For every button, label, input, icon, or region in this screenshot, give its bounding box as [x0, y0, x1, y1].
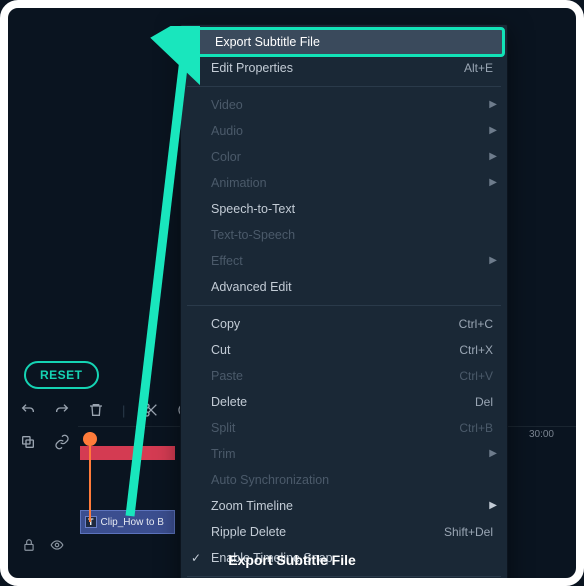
timeline-toolbar-2	[20, 434, 70, 453]
menu-effect: Effect▶	[181, 248, 507, 274]
playhead[interactable]	[80, 426, 110, 526]
chevron-right-icon: ▶	[489, 445, 497, 463]
reset-button[interactable]: RESET	[24, 361, 99, 389]
scissors-icon[interactable]	[143, 402, 159, 418]
menu-delete[interactable]: DeleteDel	[181, 389, 507, 415]
caption-label: Export Subtitle File	[8, 552, 576, 568]
menu-auto-sync: Auto Synchronization	[181, 467, 507, 493]
trash-icon[interactable]	[88, 402, 104, 418]
menu-video: Video▶	[181, 92, 507, 118]
menu-copy[interactable]: CopyCtrl+C	[181, 311, 507, 337]
menu-speech-to-text[interactable]: Speech-to-Text	[181, 196, 507, 222]
chevron-right-icon: ▶	[489, 96, 497, 114]
undo-icon[interactable]	[20, 402, 36, 418]
chevron-right-icon: ▶	[489, 174, 497, 192]
menu-color: Color▶	[181, 144, 507, 170]
clip-label: Clip_How to B	[101, 517, 164, 528]
menu-advanced-edit[interactable]: Advanced Edit	[181, 274, 507, 300]
menu-edit-properties[interactable]: Edit Properties Alt+E	[181, 55, 507, 81]
link-icon[interactable]	[54, 434, 70, 453]
menu-ripple-delete[interactable]: Ripple DeleteShift+Del	[181, 519, 507, 545]
redo-icon[interactable]	[54, 402, 70, 418]
menu-split: SplitCtrl+B	[181, 415, 507, 441]
menu-audio: Audio▶	[181, 118, 507, 144]
chevron-right-icon: ▶	[489, 122, 497, 140]
context-menu: Export Subtitle File Edit Properties Alt…	[180, 24, 508, 586]
chevron-right-icon: ▶	[489, 497, 497, 515]
chevron-right-icon: ▶	[489, 252, 497, 270]
menu-select-same-color[interactable]: Select all clips with the same color mar…	[181, 582, 507, 586]
menu-cut[interactable]: CutCtrl+X	[181, 337, 507, 363]
menu-zoom-timeline[interactable]: Zoom Timeline▶	[181, 493, 507, 519]
timeline-toolbar: |	[20, 402, 193, 418]
ruler-tick-label: 30:00	[529, 429, 554, 440]
chevron-right-icon: ▶	[489, 148, 497, 166]
menu-trim: Trim▶	[181, 441, 507, 467]
menu-animation: Animation▶	[181, 170, 507, 196]
menu-export-subtitle[interactable]: Export Subtitle File	[185, 29, 503, 55]
menu-text-to-speech: Text-to-Speech	[181, 222, 507, 248]
copy-icon[interactable]	[20, 434, 36, 453]
menu-paste: PasteCtrl+V	[181, 363, 507, 389]
